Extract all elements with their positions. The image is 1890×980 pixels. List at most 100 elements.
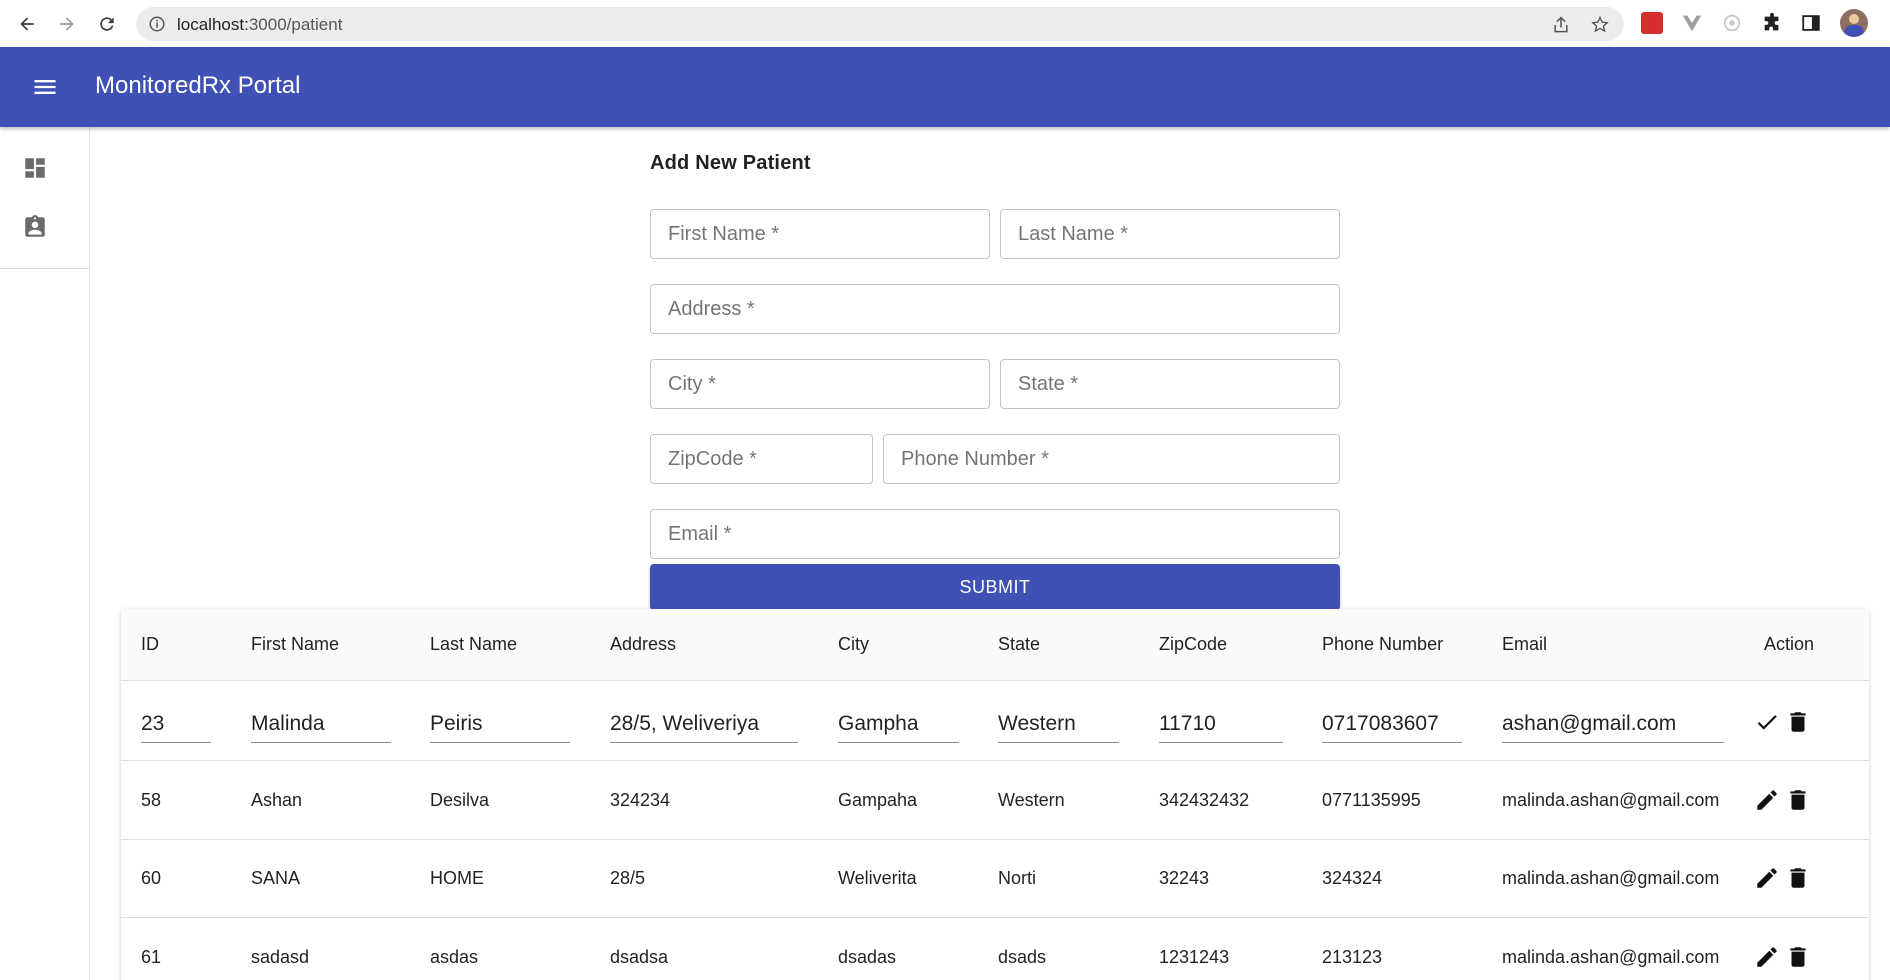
cell-id: 61 [141, 947, 162, 967]
reload-icon[interactable] [92, 10, 122, 38]
cell-address: 324234 [610, 790, 671, 810]
table-row: 61 sadasd asdas dsadsa dsadas dsads 1231… [121, 918, 1869, 980]
puzzle-icon[interactable] [1761, 12, 1783, 34]
table-row: 60 SANA HOME 28/5 Weliverita Norti 32243… [121, 840, 1869, 918]
cell-city: dsadas [838, 947, 897, 967]
first-name-field[interactable] [650, 209, 990, 259]
phone-input[interactable] [884, 435, 1339, 483]
cell-address: dsadsa [610, 947, 669, 967]
address-input[interactable] [651, 285, 1339, 333]
share-icon[interactable] [1551, 15, 1571, 35]
extension-vue-icon[interactable] [1681, 12, 1703, 34]
cell-last-name: asdas [430, 947, 479, 967]
cell-last-name: HOME [430, 868, 484, 888]
cell-first-name: Ashan [251, 790, 303, 810]
column-header-email: Email [1502, 634, 1548, 654]
delete-icon[interactable] [1785, 787, 1811, 813]
edit-email-input[interactable]: ashan@gmail.com [1502, 708, 1724, 743]
edit-pencil-icon[interactable] [1754, 865, 1780, 891]
app-title: MonitoredRx Portal [95, 72, 301, 99]
cell-first-name: sadasd [251, 947, 310, 967]
forward-icon[interactable] [52, 10, 82, 38]
cell-email: malinda.ashan@gmail.com [1502, 790, 1720, 810]
column-header-id: ID [141, 634, 159, 654]
app-bar: MonitoredRx Portal [0, 47, 1890, 127]
table-header: ID First Name Last Name Address City Sta… [121, 609, 1869, 681]
cell-phone: 0771135995 [1322, 790, 1421, 810]
table-row-editing: 23 Malinda Peiris 28/5, Weliveriya Gamph… [121, 681, 1869, 761]
menu-icon[interactable] [28, 73, 62, 101]
email-field[interactable] [650, 509, 1340, 559]
delete-icon[interactable] [1785, 865, 1811, 891]
cell-email: malinda.ashan@gmail.com [1502, 947, 1720, 967]
cell-phone: 324324 [1322, 868, 1383, 888]
edit-address-input[interactable]: 28/5, Weliveriya [610, 708, 798, 743]
city-input[interactable] [651, 360, 989, 408]
extension-circle-icon[interactable] [1721, 12, 1743, 34]
patient-icon[interactable] [22, 214, 48, 240]
column-header-city: City [838, 634, 869, 654]
cell-state: Western [998, 790, 1065, 810]
back-icon[interactable] [12, 10, 42, 38]
profile-avatar[interactable] [1840, 9, 1868, 37]
column-header-address: Address [610, 634, 677, 654]
cell-zipcode: 32243 [1159, 868, 1210, 888]
address-field[interactable] [650, 284, 1340, 334]
cell-email: malinda.ashan@gmail.com [1502, 868, 1720, 888]
cell-phone: 213123 [1322, 947, 1383, 967]
first-name-input[interactable] [651, 210, 989, 258]
phone-field[interactable] [883, 434, 1340, 484]
form-title: Add New Patient [650, 152, 811, 174]
column-header-zipcode: ZipCode [1159, 634, 1228, 654]
column-header-phone: Phone Number [1322, 634, 1444, 654]
zipcode-field[interactable] [650, 434, 873, 484]
cell-first-name: SANA [251, 868, 301, 888]
column-header-first-name: First Name [251, 634, 340, 654]
city-field[interactable] [650, 359, 990, 409]
dashboard-icon[interactable] [22, 155, 48, 181]
edit-first-name-input[interactable]: Malinda [251, 708, 391, 743]
state-field[interactable] [1000, 359, 1340, 409]
edit-state-input[interactable]: Western [998, 708, 1119, 743]
cell-state: dsads [998, 947, 1047, 967]
edit-last-name-input[interactable]: Peiris [430, 708, 570, 743]
address-bar[interactable]: localhost:3000/patient [136, 7, 1624, 41]
edit-pencil-icon[interactable] [1754, 944, 1780, 970]
edit-phone-input[interactable]: 0717083607 [1322, 708, 1462, 743]
cell-city: Gampaha [838, 790, 918, 810]
table-row: 58 Ashan Desilva 324234 Gampaha Western … [121, 761, 1869, 840]
edit-city-input[interactable]: Gampha [838, 708, 959, 743]
cell-id: 58 [141, 790, 162, 810]
cell-city: Weliverita [838, 868, 917, 888]
edit-id-input[interactable]: 23 [141, 708, 211, 743]
extension-red-icon[interactable] [1641, 12, 1663, 34]
star-icon[interactable] [1590, 15, 1610, 35]
state-input[interactable] [1001, 360, 1339, 408]
edit-zipcode-input[interactable]: 11710 [1159, 708, 1283, 743]
submit-button[interactable]: SUBMIT [650, 564, 1340, 610]
info-icon[interactable] [148, 15, 166, 33]
browser-toolbar: localhost:3000/patient [0, 0, 1890, 47]
column-header-state: State [998, 634, 1041, 654]
column-header-action: Action [1764, 634, 1815, 654]
column-header-last-name: Last Name [430, 634, 518, 654]
drawer-divider [0, 268, 89, 269]
sidepanel-icon[interactable] [1800, 12, 1822, 34]
cell-id: 60 [141, 868, 162, 888]
edit-pencil-icon[interactable] [1754, 787, 1780, 813]
email-input[interactable] [651, 510, 1339, 558]
cell-state: Norti [998, 868, 1037, 888]
cell-zipcode: 342432432 [1159, 790, 1250, 810]
cell-zipcode: 1231243 [1159, 947, 1230, 967]
cell-address: 28/5 [610, 868, 646, 888]
last-name-input[interactable] [1001, 210, 1339, 258]
cell-last-name: Desilva [430, 790, 490, 810]
side-drawer [0, 127, 90, 980]
delete-icon[interactable] [1785, 709, 1811, 735]
zipcode-input[interactable] [651, 435, 872, 483]
patient-table: ID First Name Last Name Address City Sta… [121, 609, 1869, 980]
delete-icon[interactable] [1785, 944, 1811, 970]
save-check-icon[interactable] [1754, 709, 1780, 735]
url-text[interactable]: localhost:3000/patient [177, 15, 342, 35]
last-name-field[interactable] [1000, 209, 1340, 259]
